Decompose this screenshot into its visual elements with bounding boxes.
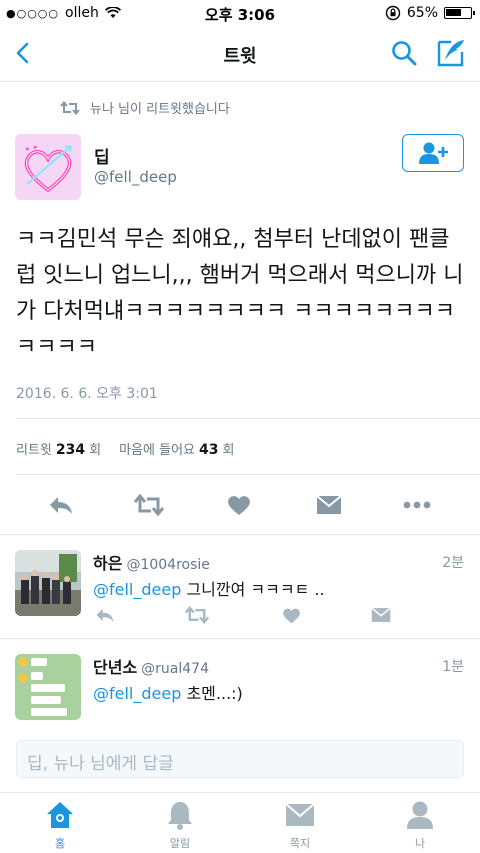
reply-author-handle: @1004rosie <box>126 557 210 573</box>
reply-input[interactable]: 딥, 뉴나 님에게 답글 <box>16 740 464 778</box>
compose-tweet-icon[interactable] <box>436 38 466 68</box>
person-icon <box>407 801 433 829</box>
navigation-bar: 트윗 <box>0 26 480 82</box>
envelope-icon <box>285 803 315 826</box>
reply-icon <box>96 608 114 622</box>
reply-text: @fell_deep 그니깐여 ㅋㅋㅋㅌ .. <box>93 576 325 600</box>
tweet-text: ㅋㅋ김민석 무슨 죄얘요,, 첨부터 난데없이 팬클럽 잇느니 업느니,,, 햄… <box>16 227 464 360</box>
author-handle[interactable]: @fell_deep <box>94 168 177 186</box>
like-button[interactable] <box>224 490 254 520</box>
heart-arrow-avatar-image: ✦ ✦ <box>15 134 81 200</box>
bell-icon <box>168 802 192 830</box>
tab-label: 쪽지 <box>289 837 311 850</box>
reply-author-name: 하은 <box>93 554 123 573</box>
tab-home[interactable]: 홈 <box>12 799 108 851</box>
more-options-button[interactable] <box>402 490 432 520</box>
tab-notifications[interactable]: 알림 <box>132 799 228 851</box>
envelope-icon <box>316 495 342 514</box>
tab-me[interactable]: 나 <box>372 799 468 851</box>
reply-icon <box>50 497 72 514</box>
direct-message-button[interactable] <box>368 604 394 626</box>
reply-actions <box>80 604 480 626</box>
divider <box>0 534 480 535</box>
reply-text-content: 그니깐여 ㅋㅋㅋㅌ .. <box>181 580 325 599</box>
tweet-actions <box>0 490 480 520</box>
reply-time: 1분 <box>442 659 464 675</box>
more-dots-icon <box>403 501 431 509</box>
reply-time: 2분 <box>442 555 464 571</box>
tab-bar: 홈 알림 쪽지 나 <box>0 792 480 853</box>
reply-text-content: 초멘...:) <box>181 684 243 703</box>
heart-icon <box>228 496 250 515</box>
retweet-icon <box>134 494 164 516</box>
author-name[interactable]: 딥 <box>94 143 110 168</box>
reply-avatar[interactable] <box>15 654 81 720</box>
reply-button[interactable] <box>46 490 76 520</box>
reply-author[interactable]: 하은 @1004rosie <box>93 550 210 574</box>
like-button[interactable] <box>278 604 304 626</box>
battery-percent: 65% <box>406 5 438 21</box>
mention-link[interactable]: @fell_deep <box>93 580 181 599</box>
reply-button[interactable] <box>92 604 118 626</box>
add-user-icon <box>419 142 448 164</box>
retweet-context[interactable]: 뉴나 님이 리트윗했습니다 <box>60 98 230 117</box>
divider <box>16 474 480 475</box>
tweet-stats: 리트윗 234 회 마음에 들어요 43 회 <box>16 439 234 458</box>
reply-author-handle: @rual474 <box>141 661 209 677</box>
divider <box>0 638 480 639</box>
like-count[interactable]: 43 <box>199 442 218 458</box>
reply-author-name: 단년소 <box>93 658 138 677</box>
divider <box>16 418 480 419</box>
retweet-count[interactable]: 234 <box>56 442 85 458</box>
retweet-icon <box>60 100 80 115</box>
battery-icon <box>444 7 475 19</box>
tab-messages[interactable]: 쪽지 <box>252 799 348 851</box>
retweet-button[interactable] <box>184 604 210 626</box>
rotation-lock-icon <box>385 5 401 21</box>
reply-author[interactable]: 단년소 @rual474 <box>93 654 209 678</box>
like-unit: 회 <box>222 443 235 458</box>
envelope-icon <box>371 607 391 622</box>
tweet-timestamp: 2016. 6. 6. 오후 3:01 <box>16 386 158 402</box>
retweet-label: 리트윗 <box>16 443 52 458</box>
retweet-button[interactable] <box>134 490 164 520</box>
reply-avatar[interactable] <box>15 550 81 616</box>
like-label: 마음에 들어요 <box>119 443 195 458</box>
tab-label: 나 <box>414 837 426 850</box>
tab-label: 홈 <box>54 837 66 850</box>
direct-message-button[interactable] <box>314 490 344 520</box>
chat-screenshot-avatar-image <box>15 654 81 720</box>
mention-link[interactable]: @fell_deep <box>93 684 181 703</box>
reply-text: @fell_deep 초멘...:) <box>93 680 243 704</box>
tab-label: 알림 <box>169 837 191 850</box>
follow-button[interactable] <box>402 134 464 172</box>
retweet-context-text: 뉴나 님이 리트윗했습니다 <box>90 102 230 117</box>
author-avatar[interactable]: ✦ ✦ <box>15 134 81 200</box>
status-bar: ●○○○○ olleh 오후 3:06 65% <box>0 0 480 26</box>
retweet-unit: 회 <box>89 443 102 458</box>
group-photo-avatar-image <box>15 550 81 616</box>
search-icon[interactable] <box>390 39 418 67</box>
home-icon <box>47 802 73 828</box>
battery-fill <box>446 9 461 16</box>
retweet-icon <box>185 606 209 624</box>
heart-icon <box>282 608 300 623</box>
status-right: 65% <box>385 5 475 21</box>
